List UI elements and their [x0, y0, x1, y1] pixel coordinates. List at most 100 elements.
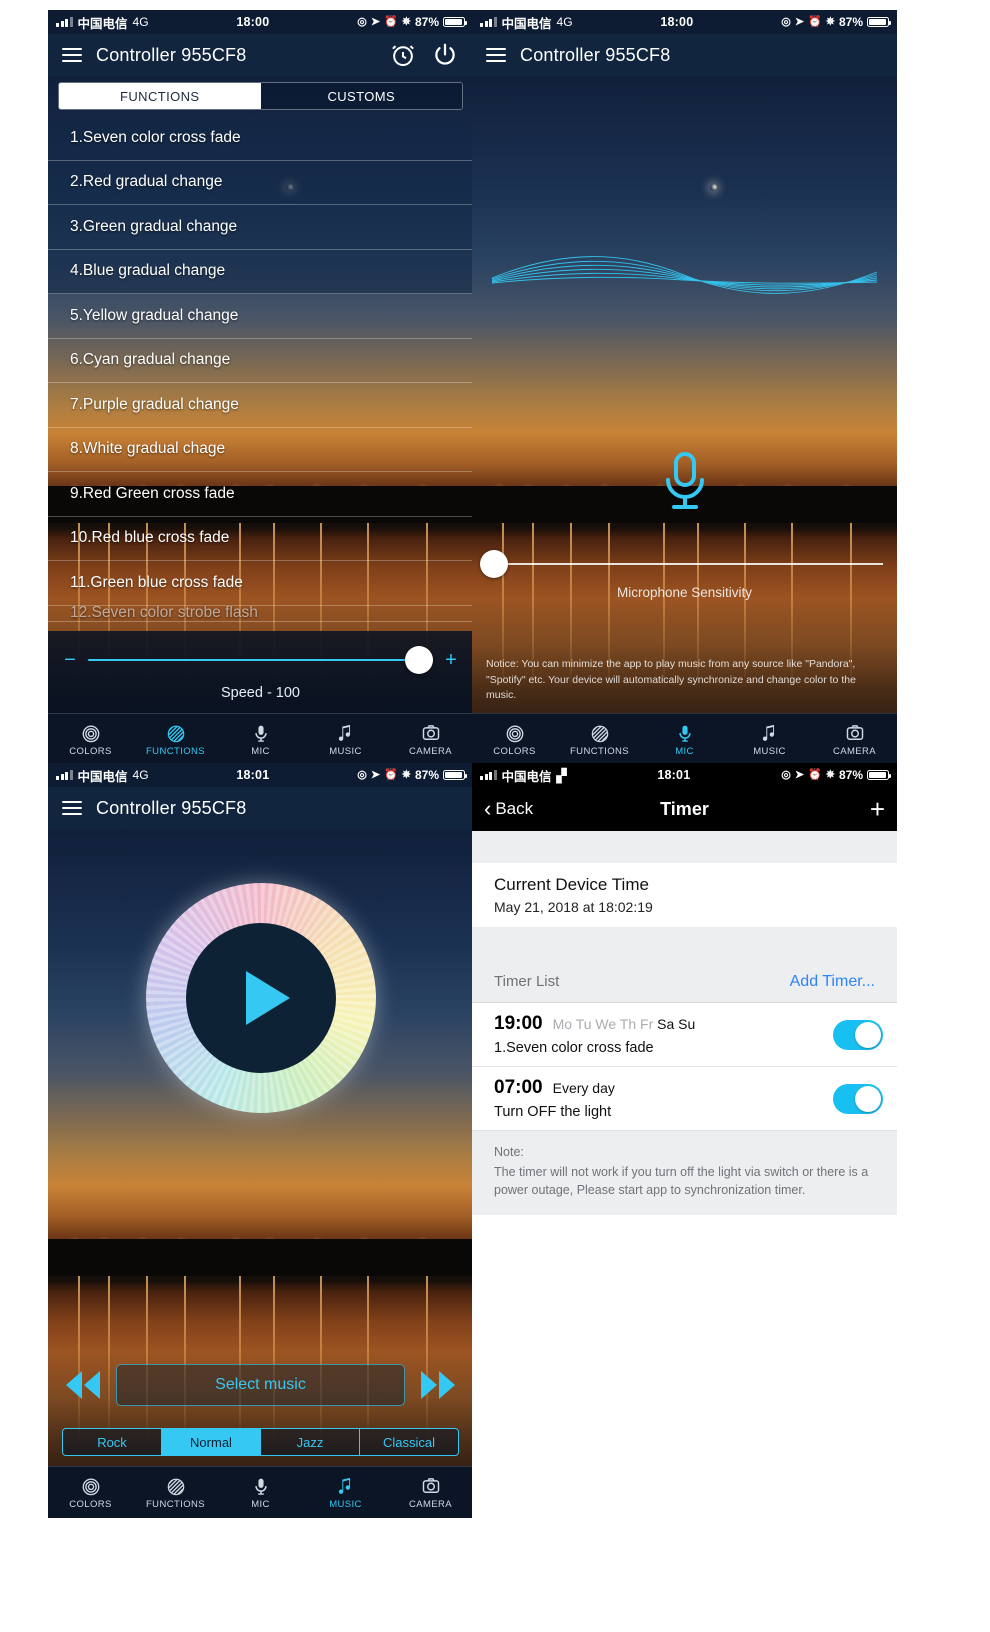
music-disc[interactable]	[145, 883, 376, 1113]
panel-mic: 中国电信 4G 18:00 ◎ ➤ ⏰ ✵ 87% Controller 955…	[472, 10, 897, 765]
add-timer-button[interactable]: Add Timer...	[790, 973, 875, 991]
plus-icon[interactable]: +	[870, 796, 885, 822]
battery-percent-label: 87%	[838, 15, 863, 29]
network-type-label: 4G	[132, 768, 149, 782]
battery-percent-label: 87%	[838, 768, 863, 782]
list-item[interactable]: 4.Blue gradual change	[48, 249, 473, 294]
timer-toggle[interactable]	[833, 1083, 883, 1114]
list-item[interactable]: 8.White gradual chage	[48, 428, 473, 472]
tab-label: COLORS	[69, 746, 112, 757]
play-button[interactable]	[185, 923, 336, 1073]
select-music-button[interactable]: Select music	[116, 1364, 405, 1406]
function-list: 1.Seven color cross fade 2.Red gradual c…	[48, 116, 473, 622]
battery-icon	[867, 770, 892, 780]
tab-colors[interactable]: COLORS	[48, 1467, 133, 1518]
back-button[interactable]: ‹ Back	[484, 798, 533, 820]
list-item[interactable]: 10.Red blue cross fade	[48, 517, 473, 561]
back-label: Back	[495, 799, 534, 818]
microphone-icon[interactable]	[661, 450, 709, 512]
tab-music[interactable]: MUSIC	[727, 714, 812, 765]
list-item[interactable]: 9.Red Green cross fade	[48, 472, 473, 517]
tab-camera[interactable]: CAMERA	[812, 714, 897, 765]
tab-functions[interactable]: FUNCTIONS	[557, 714, 642, 765]
mode-classical[interactable]: Classical	[360, 1429, 458, 1455]
speed-decrease-button[interactable]: −	[62, 649, 78, 672]
list-item[interactable]: 5.Yellow gradual change	[48, 294, 473, 339]
timer-note: Note: The timer will not work if you tur…	[472, 1131, 897, 1216]
microphone-icon	[678, 725, 691, 742]
mic-slider-track[interactable]	[479, 550, 883, 578]
tab-customs[interactable]: CUSTOMS	[260, 83, 462, 109]
mode-normal[interactable]: Normal	[162, 1429, 261, 1455]
play-icon	[245, 971, 290, 1025]
timer-title: Timer	[660, 798, 709, 819]
tab-music[interactable]: MUSIC	[303, 1467, 388, 1518]
list-item-partial[interactable]: 12.Seven color strobe flash	[48, 606, 473, 622]
mic-sensitivity-slider[interactable]	[479, 550, 883, 578]
fast-forward-icon[interactable]	[417, 1368, 459, 1402]
rewind-icon[interactable]	[62, 1368, 104, 1402]
music-controls: Select music	[62, 1364, 459, 1406]
bottom-tab-bar: COLORS FUNCTIONS MIC MUSIC CAMERA	[48, 713, 473, 765]
tab-mic[interactable]: MIC	[218, 714, 303, 765]
list-item[interactable]: 2.Red gradual change	[48, 160, 473, 205]
carrier-label: 中国电信	[77, 16, 128, 31]
battery-percent-label: 87%	[414, 768, 439, 782]
mode-jazz[interactable]: Jazz	[261, 1429, 360, 1455]
tab-label: CAMERA	[408, 1499, 453, 1510]
list-menu-icon[interactable]	[486, 47, 506, 63]
microphone-icon	[254, 1478, 267, 1495]
do-not-disturb-icon: ◎	[781, 768, 791, 781]
status-time: 18:01	[236, 768, 270, 782]
tab-mic[interactable]: MIC	[642, 714, 727, 765]
status-bar: 中国电信 ▞ 18:01 ◎ ➤ ⏰ ✵ 87%	[472, 763, 897, 787]
do-not-disturb-icon: ◎	[357, 768, 367, 781]
spacer	[472, 831, 897, 863]
tab-label: MIC	[251, 746, 270, 757]
mode-rock[interactable]: Rock	[63, 1429, 162, 1455]
list-item[interactable]: 6.Cyan gradual change	[48, 339, 473, 383]
list-menu-icon[interactable]	[62, 47, 82, 63]
speed-slider-track[interactable]	[88, 646, 434, 674]
speed-slider-knob[interactable]	[405, 646, 434, 674]
list-item[interactable]: 1.Seven color cross fade	[48, 116, 473, 161]
list-item[interactable]: 7.Purple gradual change	[48, 383, 473, 428]
speed-value-label: Speed - 100	[220, 685, 300, 701]
timer-navigation-bar: ‹ Back Timer +	[472, 787, 897, 831]
status-bar: 中国电信 4G 18:00 ◎ ➤ ⏰ ✵ 87%	[472, 10, 897, 34]
tab-functions[interactable]: FUNCTIONS	[133, 1467, 218, 1518]
tab-colors[interactable]: COLORS	[472, 714, 557, 765]
tab-colors[interactable]: COLORS	[48, 714, 133, 765]
color-wheel-icon	[82, 1478, 99, 1496]
tab-camera[interactable]: CAMERA	[388, 714, 473, 765]
tab-music[interactable]: MUSIC	[303, 714, 388, 765]
tab-functions[interactable]: FUNCTIONS	[59, 83, 261, 109]
table-row[interactable]: 07:00 Every day Turn OFF the light	[472, 1067, 897, 1131]
tab-functions[interactable]: FUNCTIONS	[133, 714, 218, 765]
tab-camera[interactable]: CAMERA	[388, 1467, 473, 1518]
timer-list-label: Timer List	[494, 973, 560, 990]
timer-toggle[interactable]	[833, 1019, 883, 1050]
list-menu-icon[interactable]	[62, 800, 82, 816]
power-icon[interactable]	[431, 41, 459, 69]
battery-icon	[443, 770, 468, 780]
list-item[interactable]: 11.Green blue cross fade	[48, 561, 473, 606]
battery-percent-label: 87%	[414, 15, 439, 29]
water-reflections	[48, 1276, 473, 1443]
list-item[interactable]: 3.Green gradual change	[48, 205, 473, 250]
bluetooth-icon: ✵	[401, 15, 411, 28]
timer-list-header: Timer List Add Timer...	[472, 961, 897, 1003]
chevron-left-icon: ‹	[484, 796, 492, 821]
mic-slider-knob[interactable]	[479, 550, 508, 578]
table-row[interactable]: 19:00 Mo Tu We Th Fr Sa Su 1.Seven color…	[472, 1003, 897, 1067]
location-arrow-icon: ➤	[794, 15, 805, 28]
timer-description: Turn OFF the light	[494, 1104, 612, 1120]
alarm-clock-icon[interactable]	[389, 41, 417, 69]
tab-mic[interactable]: MIC	[218, 1467, 303, 1518]
tab-label: CAMERA	[832, 746, 877, 757]
page-title: Controller 955CF8	[520, 44, 671, 65]
status-time: 18:00	[660, 15, 694, 29]
tab-label: MUSIC	[329, 1499, 362, 1510]
speed-increase-button[interactable]: +	[443, 649, 459, 672]
status-bar: 中国电信 4G 18:00 ◎ ➤ ⏰ ✵ 87%	[48, 10, 473, 34]
